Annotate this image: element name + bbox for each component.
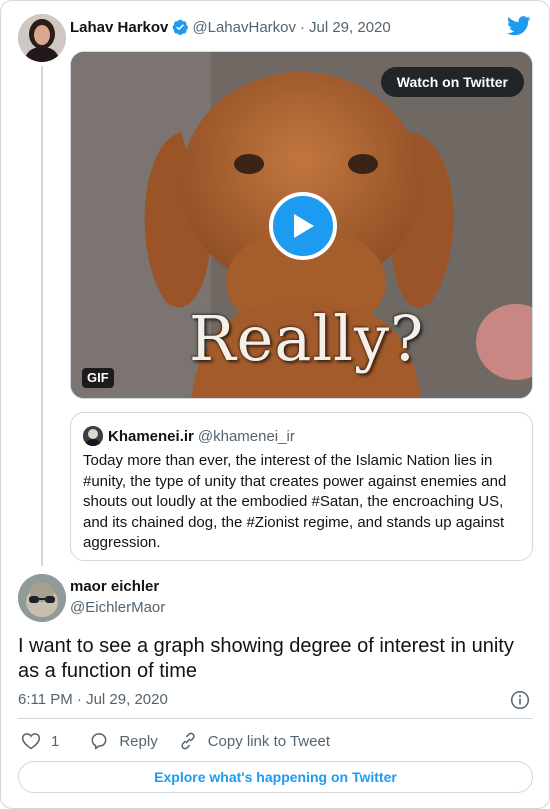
reply-bubble-icon [91, 733, 107, 750]
quoted-author-avatar [83, 426, 103, 446]
parent-tweet-header: Lahav Harkov @LahavHarkov · Jul 29, 2020 [70, 16, 391, 38]
reply-author-name[interactable]: maor eichler [70, 578, 159, 595]
tweet-date-link[interactable]: Jul 29, 2020 [309, 19, 391, 36]
header-separator: · [300, 18, 305, 36]
play-icon [294, 214, 314, 238]
reply-tweet-text: I want to see a graph showing degree of … [18, 635, 514, 682]
author-avatar[interactable] [18, 14, 66, 62]
tweet-embed-card: Lahav Harkov @LahavHarkov · Jul 29, 2020 [0, 0, 550, 809]
like-button[interactable]: 1 [21, 731, 59, 751]
gif-media[interactable]: Really? Watch on Twitter GIF [70, 51, 533, 399]
reply-author-handle[interactable]: @EichlerMaor [70, 599, 165, 616]
heart-icon [21, 733, 41, 750]
author-handle[interactable]: @LahavHarkov [192, 19, 296, 36]
gif-badge: GIF [82, 368, 114, 388]
play-button[interactable] [269, 192, 337, 260]
gif-overlay-caption: Really? [189, 302, 425, 375]
reply-author-avatar[interactable] [18, 574, 66, 622]
quoted-tweet-header: Khamenei.ir @khamenei_ir [83, 426, 295, 446]
watch-on-twitter-button[interactable]: Watch on Twitter [380, 67, 524, 97]
thread-connector-line [41, 66, 43, 566]
quoted-tweet[interactable]: Khamenei.ir @khamenei_ir Today more than… [70, 412, 533, 561]
like-count: 1 [51, 732, 60, 750]
reply-label: Reply [119, 732, 158, 750]
verified-badge-icon [171, 18, 189, 36]
quoted-author-handle: @khamenei_ir [197, 427, 295, 445]
tweet-actions-bar: 1 Reply Copy link to Tweet [21, 730, 330, 752]
copy-link-button[interactable]: Copy link to Tweet [178, 731, 330, 751]
reply-button[interactable]: Reply [89, 731, 158, 751]
quoted-author-name: Khamenei.ir [108, 427, 194, 445]
quoted-tweet-text: Today more than ever, the interest of th… [83, 452, 507, 551]
link-icon [181, 732, 195, 750]
author-name[interactable]: Lahav Harkov [70, 19, 168, 36]
twitter-bird-icon[interactable] [507, 15, 531, 37]
explore-twitter-button[interactable]: Explore what's happening on Twitter [18, 761, 533, 793]
actions-divider [18, 718, 533, 719]
info-icon[interactable] [510, 690, 530, 710]
reply-timestamp[interactable]: 6:11 PM · Jul 29, 2020 [18, 691, 168, 708]
copy-link-label: Copy link to Tweet [207, 732, 330, 750]
